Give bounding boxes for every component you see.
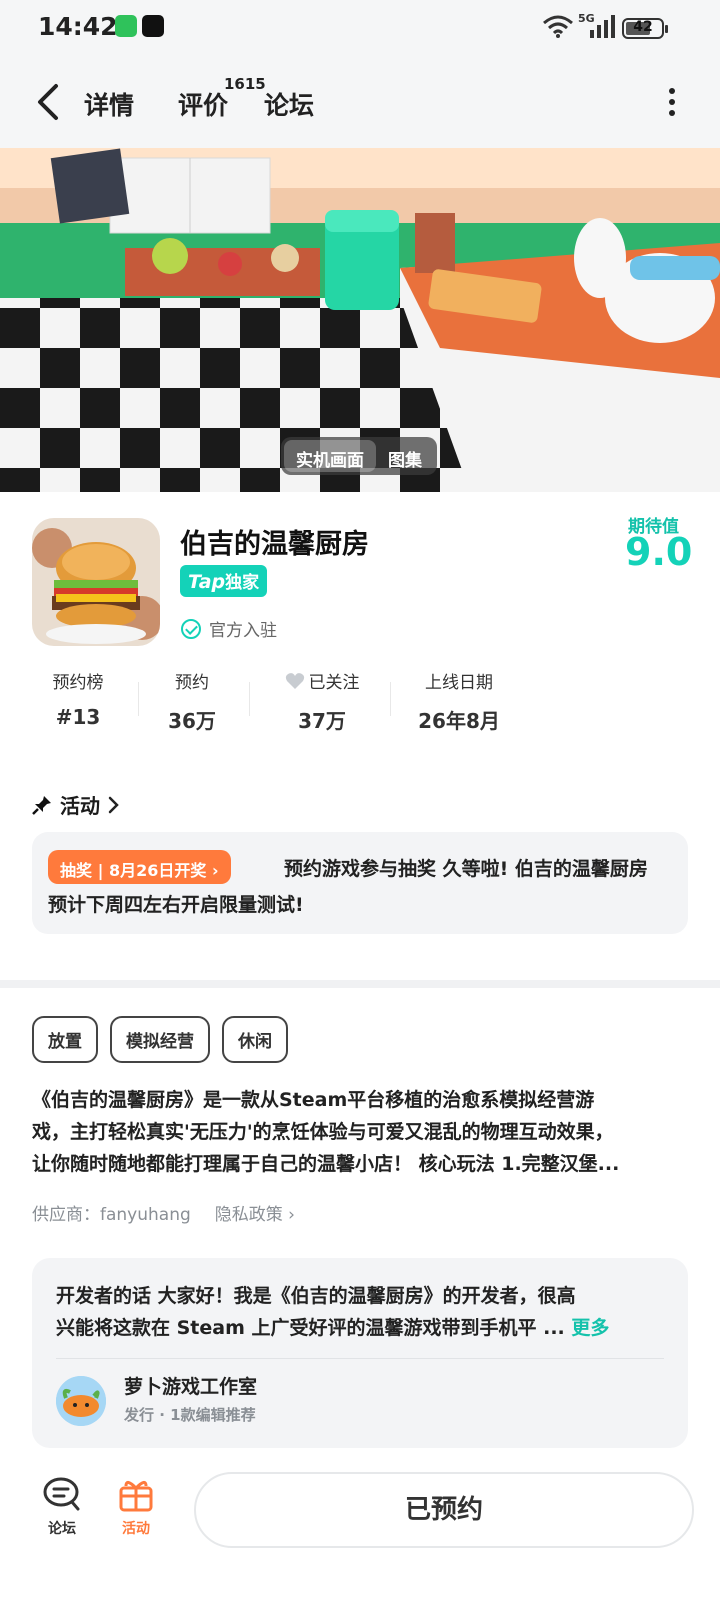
stat-rank[interactable]: 预约榜 #13 xyxy=(48,668,108,729)
status-bar: 14:42 5G 42 xyxy=(0,0,720,56)
pin-icon xyxy=(32,795,51,815)
bottom-forum[interactable]: 论坛 xyxy=(32,1476,92,1538)
activity-card[interactable]: 抽奖 | 8月26日开奖 › 预约游戏参与抽奖 久等啦! 伯吉的温馨厨房 预计下… xyxy=(32,832,688,934)
battery-level: 42 xyxy=(633,19,653,35)
chevron-right-icon xyxy=(108,796,119,813)
game-app-icon[interactable] xyxy=(32,518,160,646)
activity-text-line1: 预约游戏参与抽奖 久等啦! 伯吉的温馨厨房 xyxy=(284,858,648,880)
stat-reservations: 预约 36万 xyxy=(168,673,216,733)
toggle-real-footage[interactable]: 实机画面 xyxy=(284,440,376,472)
game-stats: 预约榜 #13 预约 36万 已关注 37万 上线日期 26年8月 xyxy=(0,668,720,733)
forum-chat-icon xyxy=(43,1477,80,1511)
top-nav: 详情 评价 1615 论坛 xyxy=(0,56,720,148)
section-divider xyxy=(0,980,720,988)
tag-list: 放置 模拟经营 休闲 xyxy=(32,1016,300,1063)
tag-casual[interactable]: 休闲 xyxy=(222,1016,288,1063)
tab-forum[interactable]: 论坛 xyxy=(264,86,314,122)
stat-followers[interactable]: 已关注 37万 xyxy=(274,668,370,734)
game-description-section: 放置 模拟经营 休闲 《伯吉的温馨厨房》是一款从Steam平台移植的治愈系模拟经… xyxy=(0,988,720,1458)
tab-review[interactable]: 评价 xyxy=(178,86,228,122)
bottom-action-bar: 论坛 活动 已预约 xyxy=(0,1458,720,1600)
developer-avatar[interactable] xyxy=(56,1376,106,1426)
developer-message: 开发者的话 大家好！我是《伯吉的温馨厨房》的开发者，很高 兴能将这款在 Stea… xyxy=(56,1285,610,1339)
supplier-label: 供应商：fanyuhang xyxy=(32,1205,191,1225)
tap-exclusive-badge: Tap独家 xyxy=(180,565,268,597)
bottom-activity[interactable]: 活动 xyxy=(106,1476,166,1538)
stat-release-date: 上线日期 26年8月 xyxy=(418,673,500,733)
game-screenshot-carousel[interactable]: 实机画面 图集 xyxy=(0,148,720,492)
gift-icon xyxy=(119,1481,153,1512)
tiktok-app-icon xyxy=(142,15,164,37)
reserved-button[interactable]: 已预约 xyxy=(194,1472,694,1548)
tag-idle[interactable]: 放置 xyxy=(32,1016,98,1063)
status-time: 14:42 xyxy=(38,12,118,41)
heart-icon xyxy=(285,672,304,689)
wifi-icon xyxy=(543,15,573,38)
phone-app-icon xyxy=(115,15,137,37)
tag-simulation[interactable]: 模拟经营 xyxy=(110,1016,210,1063)
rating-value: 9.0 xyxy=(625,530,693,574)
signal-icon xyxy=(590,15,615,38)
verified-check-icon xyxy=(181,618,201,639)
supplier-row: 供应商：fanyuhang 隐私政策 › xyxy=(32,1200,295,1225)
game-description[interactable]: 《伯吉的温馨厨房》是一款从Steam平台移植的治愈系模拟经营游 戏，主打轻松真实… xyxy=(32,1084,692,1180)
developer-card[interactable]: 开发者的话 大家好！我是《伯吉的温馨厨房》的开发者，很高 兴能将这款在 Stea… xyxy=(32,1258,688,1448)
more-options-icon[interactable] xyxy=(660,88,684,118)
tab-detail[interactable]: 详情 xyxy=(82,86,137,122)
game-info-section: 伯吉的温馨厨房 Tap独家 官方入驻 期待值 9.0 预约榜 #13 预约 36… xyxy=(0,492,720,980)
lottery-pill[interactable]: 抽奖 | 8月26日开奖 › xyxy=(48,850,231,884)
privacy-policy-link[interactable]: 隐私政策 › xyxy=(215,1200,295,1225)
activity-header[interactable]: 活动 xyxy=(32,790,120,819)
media-toggle[interactable]: 实机画面 图集 xyxy=(281,437,437,475)
more-link[interactable]: 更多 xyxy=(571,1317,609,1339)
review-count: 1615 xyxy=(224,75,266,93)
developer-name[interactable]: 萝卜游戏工作室 xyxy=(124,1372,257,1399)
back-arrow-icon[interactable] xyxy=(34,82,64,122)
activity-text-line2: 预计下周四左右开启限量测试! xyxy=(48,894,304,916)
official-verified: 官方入驻 xyxy=(181,616,277,641)
battery-icon: 42 xyxy=(622,18,668,39)
game-title: 伯吉的温馨厨房 xyxy=(180,529,369,560)
toggle-gallery[interactable]: 图集 xyxy=(376,440,434,472)
developer-subtitle: 发行 · 1款编辑推荐 xyxy=(124,1406,256,1424)
